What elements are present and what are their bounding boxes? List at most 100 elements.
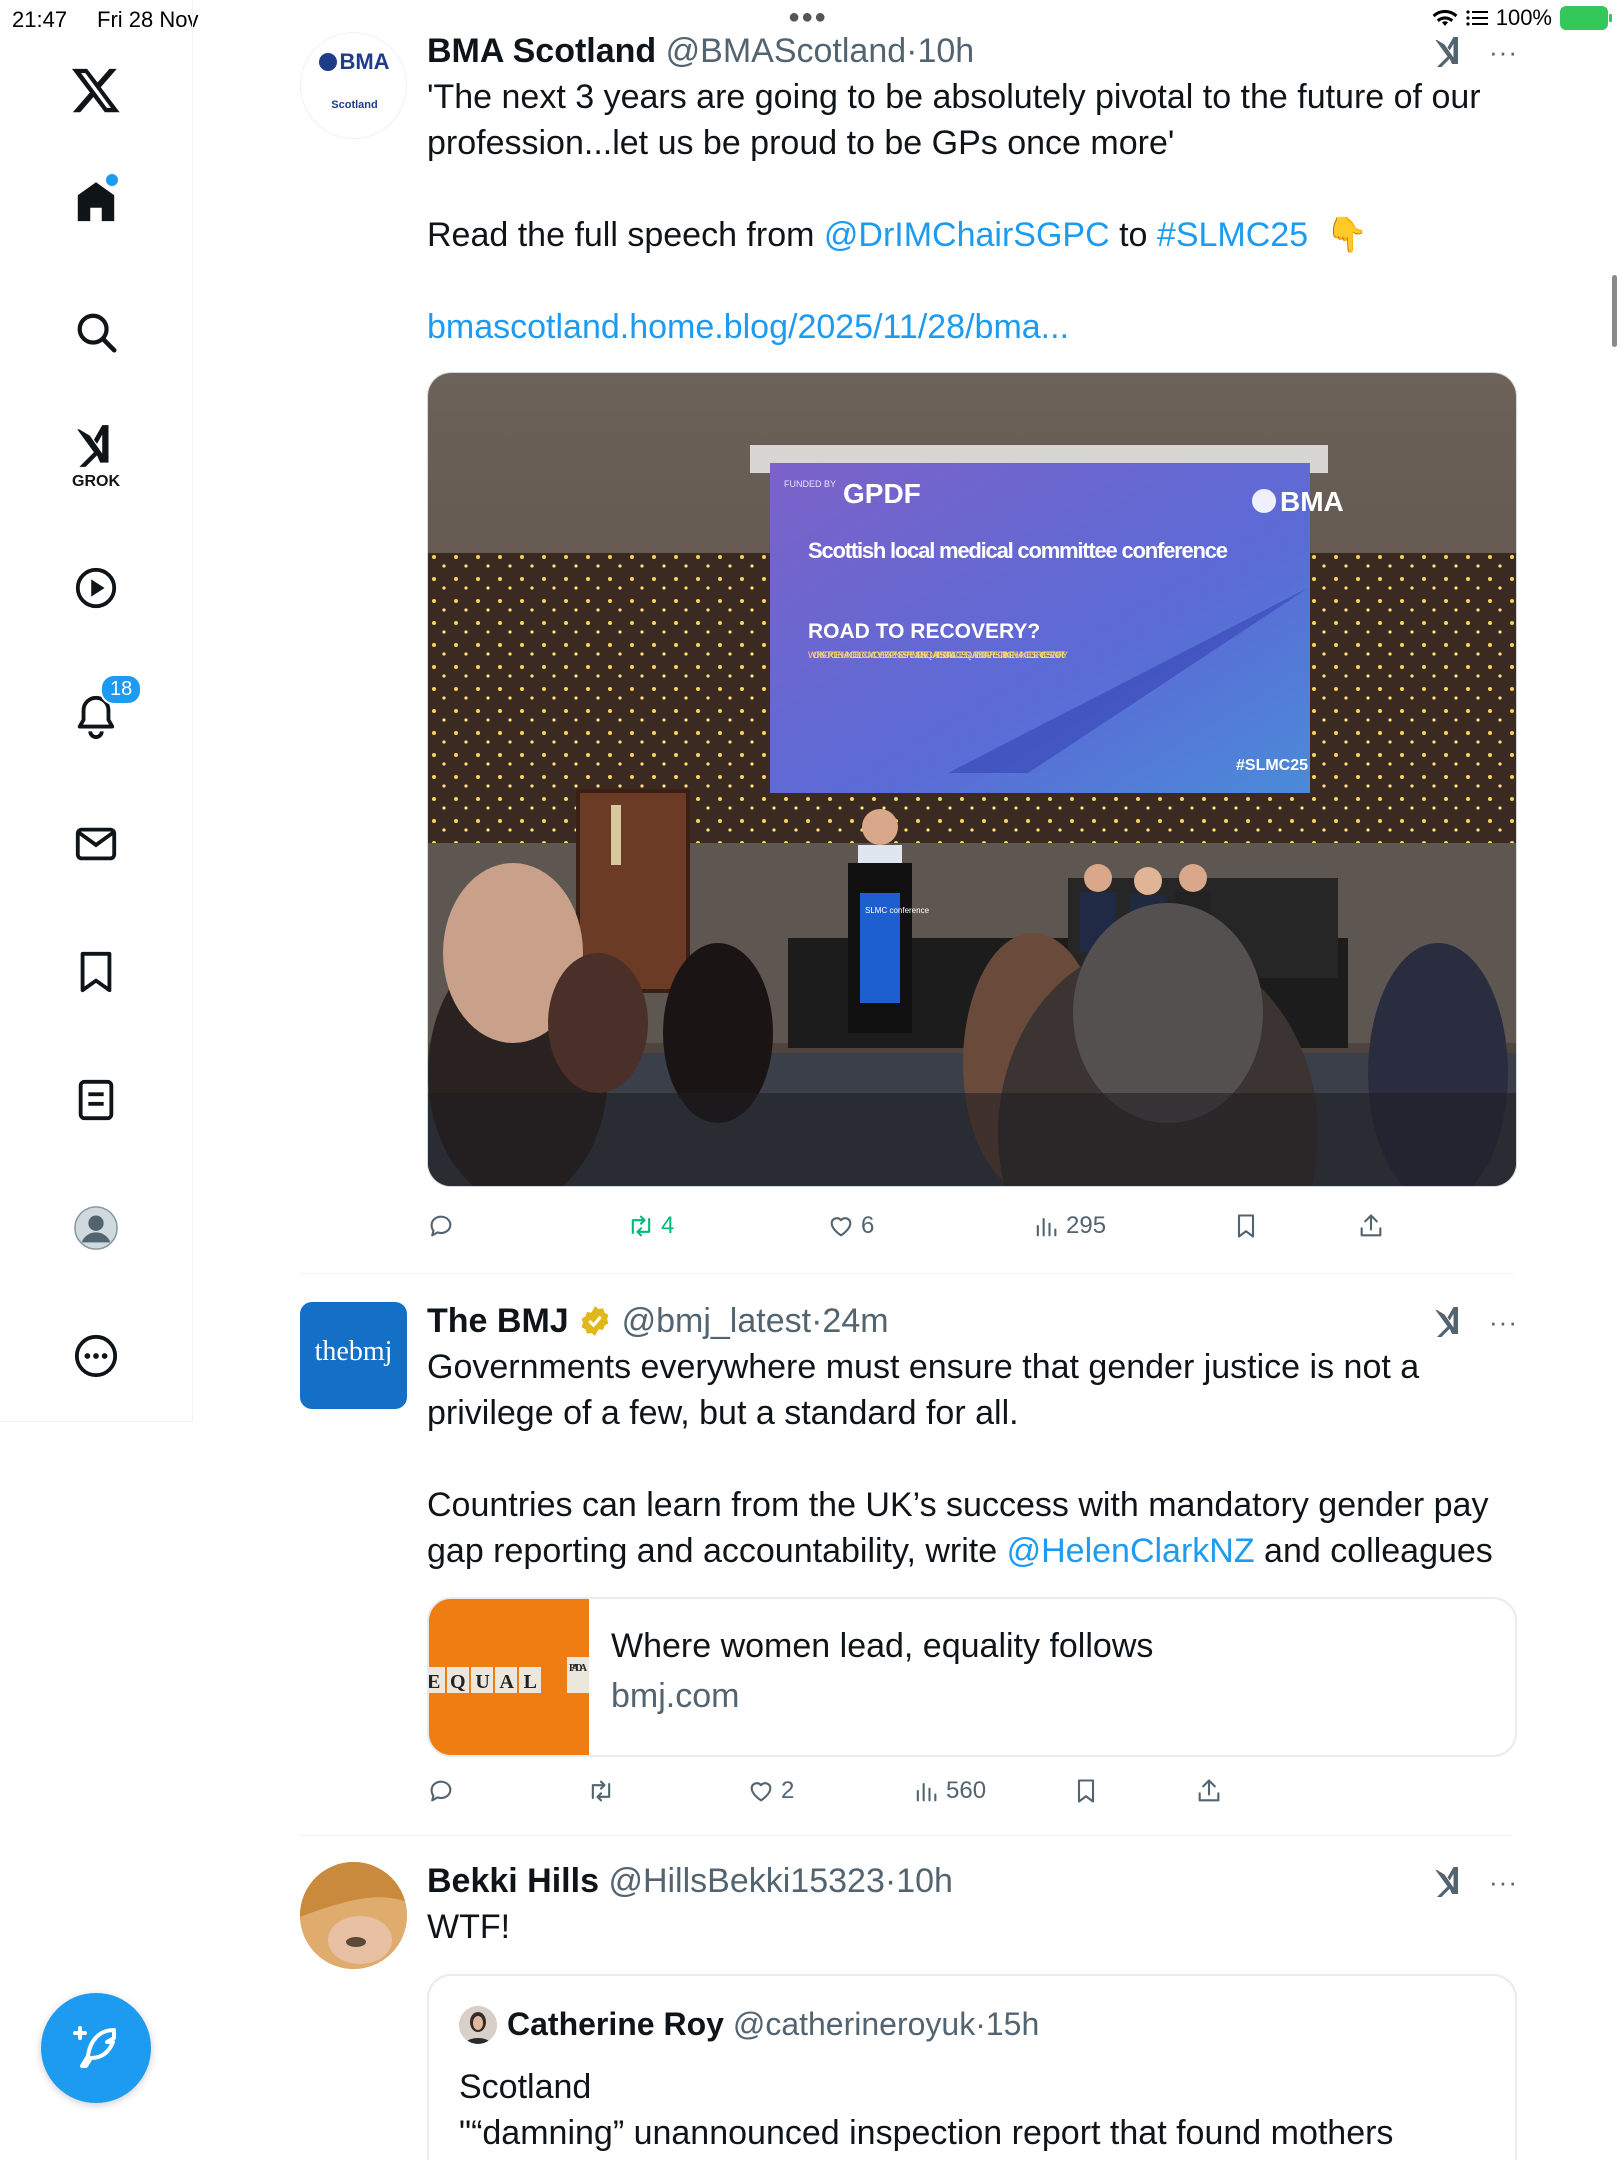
author-handle[interactable]: @bmj_latest (622, 1302, 811, 1340)
author-handle[interactable]: @HillsBekki15323 (608, 1862, 884, 1900)
heart-icon (830, 1217, 852, 1237)
tweet-time[interactable]: 10h (917, 32, 974, 70)
like-button[interactable]: 6 (827, 1212, 874, 1240)
quote-author-handle: @catherineroyuk (732, 2006, 976, 2042)
retweet-button[interactable]: 4 (627, 1212, 674, 1240)
hashtag-link[interactable]: #SLMC25 (1157, 216, 1308, 254)
lists-icon (78, 1079, 114, 1121)
more-options-icon[interactable]: ··· (1489, 1867, 1518, 1898)
nav-lists[interactable] (46, 1050, 146, 1150)
views-icon (1036, 1217, 1057, 1237)
author-handle[interactable]: @BMAScotland (666, 32, 907, 70)
grok-label: GROK (72, 473, 120, 490)
screen-title: Scottish local medical committee confere… (808, 538, 1228, 563)
nav-notifications[interactable]: 18 (46, 666, 146, 766)
mention-link[interactable]: @DrIMChairSGPC (824, 216, 1110, 254)
nav-grok[interactable]: GROK (46, 405, 146, 505)
grok-icon[interactable] (1431, 34, 1467, 70)
battery-percent: 100% (1495, 5, 1552, 30)
nav-home[interactable] (46, 152, 146, 252)
author-name[interactable]: Bekki Hills (427, 1862, 599, 1900)
tweet-actions: 4 6 295 (427, 1212, 1427, 1252)
retweet-icon (631, 1215, 651, 1237)
views-button[interactable]: 560 (912, 1777, 986, 1805)
share-button[interactable] (1195, 1777, 1223, 1805)
like-button[interactable]: 2 (747, 1777, 794, 1805)
x-logo-icon[interactable] (46, 40, 146, 140)
grok-icon[interactable] (1431, 1864, 1467, 1900)
views-button[interactable]: 295 (1032, 1212, 1106, 1240)
quoted-tweet[interactable]: Catherine Roy @catherineroyuk·15h Scotla… (427, 1974, 1517, 2160)
link-card[interactable]: EQUAL PA DA Where women lead, equality f… (427, 1597, 1517, 1757)
more-options-icon[interactable]: ··· (1489, 1307, 1518, 1338)
retweet-button[interactable] (587, 1777, 621, 1805)
tweet-time[interactable]: 10h (896, 1862, 953, 1900)
tweet-header-actions: ··· (1431, 34, 1518, 70)
like-count: 6 (861, 1212, 875, 1239)
grok-icon[interactable] (1431, 1304, 1467, 1340)
nav-messages[interactable] (46, 794, 146, 894)
reply-button[interactable] (427, 1777, 461, 1805)
podium-label: SLMC conference (865, 906, 930, 915)
tweet-header: The BMJ @bmj_latest·24m (427, 1302, 889, 1340)
verified-badge-icon (581, 1306, 609, 1336)
tweet-header: BMA Scotland @BMAScotland·10h (427, 32, 975, 70)
bookmark-button[interactable] (1232, 1212, 1260, 1240)
screen-subtitle: ROAD TO RECOVERY? (808, 620, 1040, 643)
retweet-count: 4 (661, 1212, 675, 1239)
avatar[interactable]: BMA Scotland (300, 32, 407, 139)
multitasking-dots-icon[interactable]: ●●● (788, 6, 827, 29)
nav-bookmarks[interactable] (46, 922, 146, 1022)
avatar-logo-text: BMA (301, 49, 406, 75)
nav-video[interactable] (46, 538, 146, 638)
tweet[interactable]: BMA Scotland BMA Scotland @BMAScotland·1… (300, 32, 1518, 1272)
tweet-photo[interactable]: FUNDED BY GPDF BMA Scottish local medica… (427, 372, 1517, 1187)
pointing-down-emoji: 👇 (1325, 216, 1368, 254)
quote-avatar (459, 2006, 497, 2044)
author-name[interactable]: BMA Scotland (427, 32, 656, 70)
screen-hashtag: #SLMC25 (1236, 757, 1308, 774)
card-domain: bmj.com (611, 1677, 740, 1715)
nav-more[interactable] (46, 1306, 146, 1406)
search-icon (77, 313, 117, 353)
bookmark-button[interactable] (1072, 1777, 1100, 1805)
profile-icon (74, 1206, 118, 1250)
avatar[interactable] (300, 1862, 407, 1969)
tweet[interactable]: thebmj The BMJ @bmj_latest·24m ··· Gover… (300, 1302, 1518, 1842)
tweet-header: Bekki Hills @HillsBekki15323·10h (427, 1862, 953, 1900)
nav-search[interactable] (46, 282, 146, 382)
share-icon (1360, 1214, 1382, 1237)
battery-icon (1560, 6, 1612, 30)
share-button[interactable] (1357, 1212, 1385, 1240)
video-icon (75, 567, 117, 609)
more-icon (74, 1334, 118, 1378)
nav-profile[interactable] (46, 1178, 146, 1278)
status-icons: 100% (1432, 5, 1612, 31)
compose-button[interactable] (41, 1993, 151, 2103)
compose-icon (73, 2026, 116, 2068)
view-count: 560 (946, 1777, 987, 1804)
views-icon (916, 1782, 937, 1802)
author-name[interactable]: The BMJ (427, 1302, 569, 1340)
quote-text: Scotland "“damning” unannounced inspecti… (459, 2068, 1394, 2152)
avatar[interactable]: thebmj (300, 1302, 407, 1409)
notifications-badge: 18 (100, 674, 143, 705)
scrollbar[interactable] (1612, 275, 1617, 347)
screen-tags: WORKFORCE ENHANCED LOCUM COVER EXPENSES … (808, 650, 1068, 660)
like-count: 2 (781, 1777, 795, 1804)
mention-link[interactable]: @HelenClarkNZ (1007, 1532, 1255, 1570)
more-options-icon[interactable]: ··· (1489, 37, 1518, 68)
list-icon (1466, 10, 1488, 26)
quote-header: Catherine Roy @catherineroyuk·15h (507, 2006, 1040, 2042)
wifi-icon (1432, 9, 1458, 26)
reply-icon (430, 1215, 452, 1237)
tweet[interactable]: Bekki Hills @HillsBekki15323·10h ··· WTF… (300, 1862, 1518, 2160)
reply-button[interactable] (427, 1212, 461, 1240)
heart-icon (750, 1782, 772, 1802)
tweet-time[interactable]: 24m (822, 1302, 888, 1340)
share-icon (1198, 1779, 1220, 1802)
card-image: EQUAL PA DA (429, 1599, 589, 1755)
url-link[interactable]: bmascotland.home.blog/2025/11/28/bma... (427, 304, 1517, 350)
screen-funded-by: FUNDED BY (784, 479, 836, 489)
card-title: Where women lead, equality follows (611, 1627, 1154, 1665)
